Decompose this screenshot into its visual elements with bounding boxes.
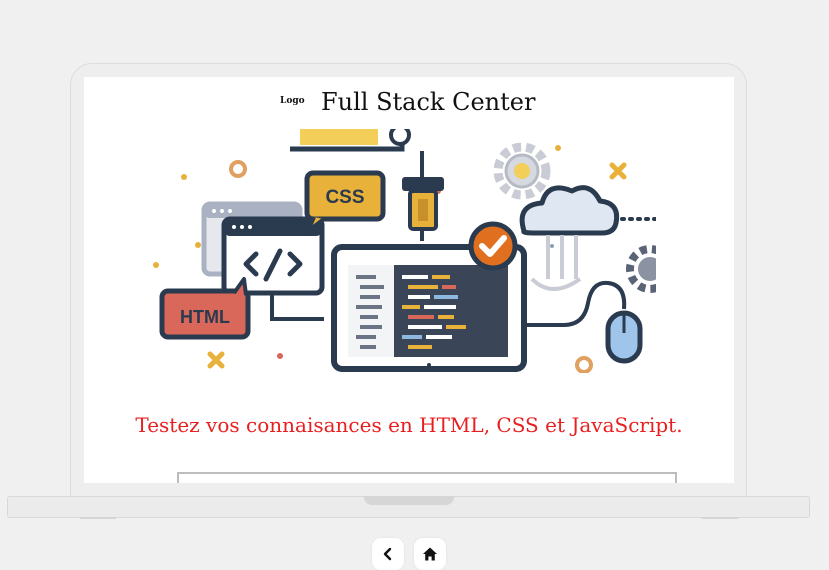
home-icon <box>423 547 437 561</box>
chevron-left-icon <box>383 547 392 561</box>
laptop-foot-left <box>80 517 116 519</box>
laptop-foot-right <box>702 517 738 519</box>
site-logo[interactable]: Logo <box>280 96 305 106</box>
css-badge-label: CSS <box>325 187 364 208</box>
site-title: Full Stack Center <box>321 88 536 116</box>
laptop-screen: Logo Full Stack Center CSS HTML Testez v… <box>84 77 734 483</box>
quiz-container[interactable] <box>177 472 677 483</box>
page: Logo Full Stack Center CSS HTML Testez v… <box>0 0 829 570</box>
back-button[interactable] <box>372 538 404 570</box>
home-button[interactable] <box>414 538 446 570</box>
tagline: Testez vos connaisances en HTML, CSS et … <box>135 413 683 437</box>
html-badge-label: HTML <box>180 307 230 327</box>
hero-illustration: CSS HTML <box>153 129 656 373</box>
laptop-notch <box>364 496 454 505</box>
